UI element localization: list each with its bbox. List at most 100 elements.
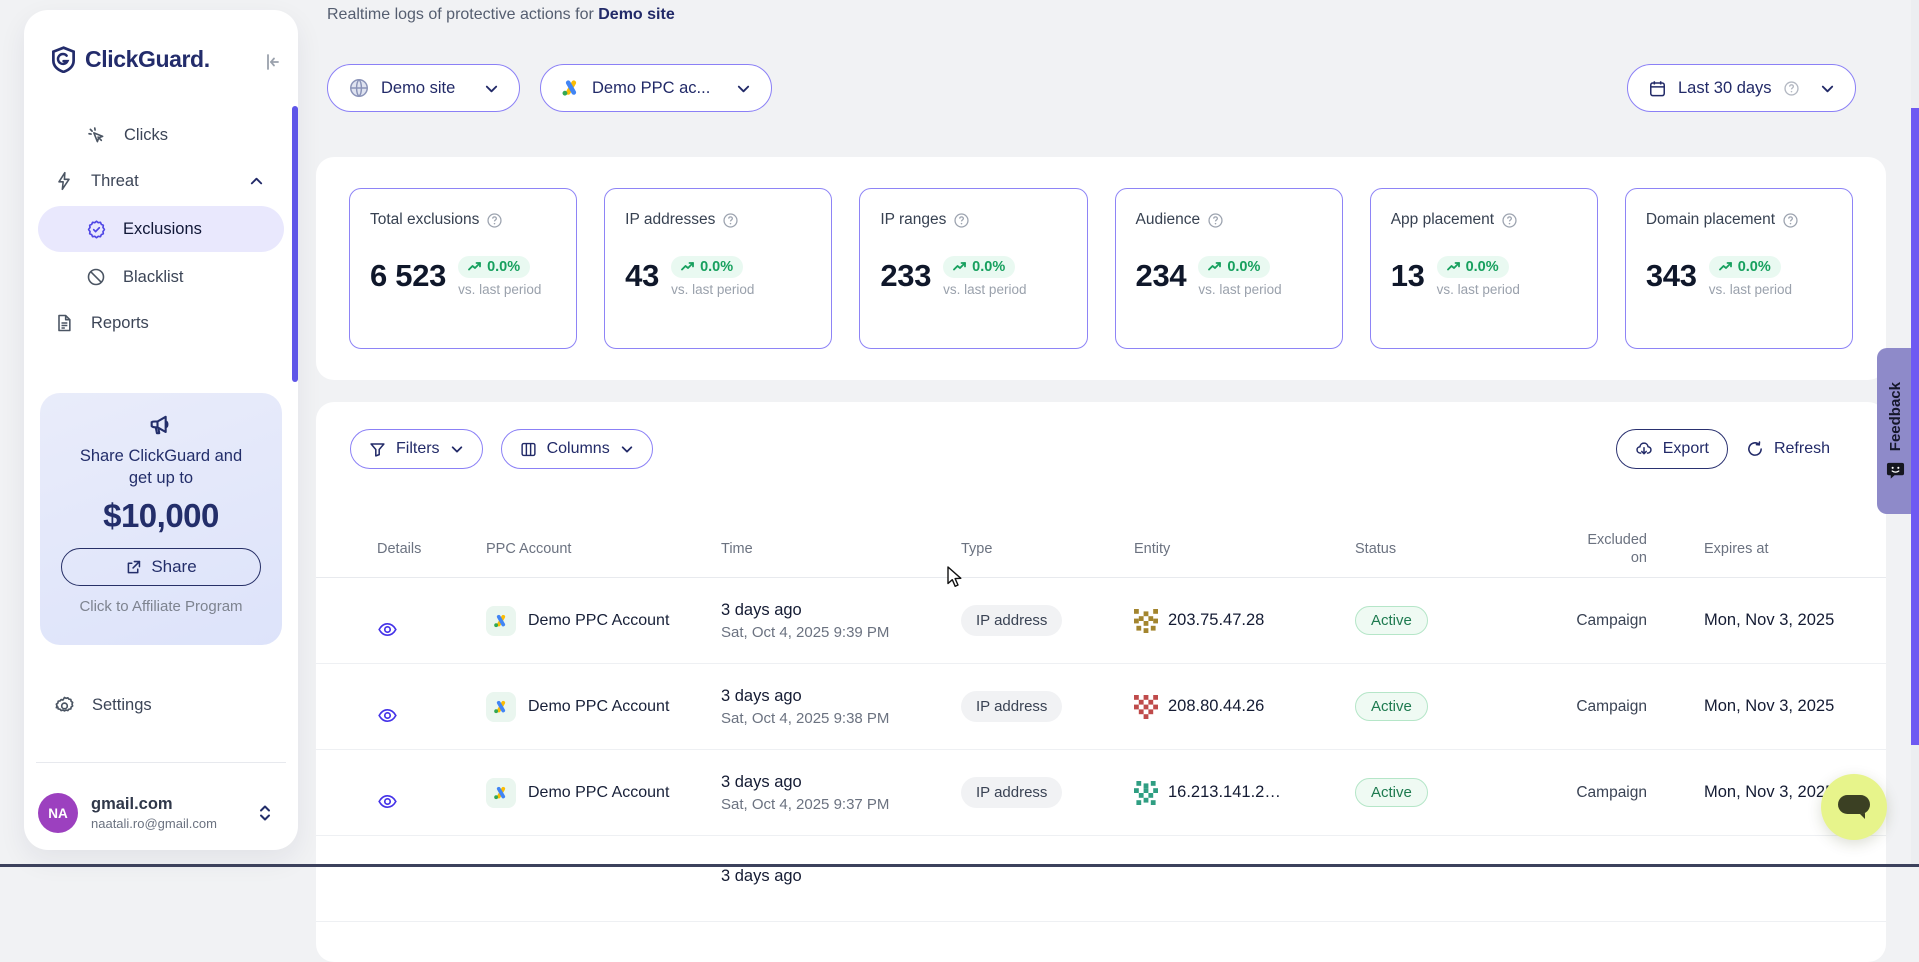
table-row[interactable]: Demo PPC Account 3 days ago Sat, Oct 4, 2…	[316, 578, 1886, 664]
ppc-account-value: Demo PPC ac...	[592, 79, 710, 98]
sidebar-item-blacklist[interactable]: Blacklist	[24, 254, 298, 300]
stat-title: Audience	[1136, 211, 1201, 229]
google-ads-icon	[561, 78, 581, 98]
table-row[interactable]: Demo PPC Account 3 days agoSat, Oct 4, 2…	[316, 664, 1886, 750]
share-button[interactable]: Share	[61, 548, 261, 586]
sidebar-item-clicks[interactable]: Clicks	[24, 112, 298, 158]
stat-title: IP ranges	[880, 211, 946, 229]
trend-up-icon	[953, 261, 967, 273]
sidebar-item-threat[interactable]: Threat	[24, 158, 298, 204]
sidebar-item-exclusions[interactable]: Exclusions	[38, 206, 284, 252]
ppc-account-dropdown[interactable]: Demo PPC ac...	[540, 64, 772, 112]
funnel-icon	[369, 441, 386, 458]
stat-title: Domain placement	[1646, 211, 1775, 229]
entity-value: 203.75.47.28	[1168, 611, 1264, 630]
sidebar-item-reports[interactable]: Reports	[24, 300, 298, 346]
time-relative: 3 days ago	[721, 773, 961, 792]
stat-value: 6 523	[370, 256, 446, 296]
megaphone-icon	[40, 411, 282, 439]
filters-button-label: Filters	[396, 440, 440, 458]
chat-launcher-button[interactable]	[1821, 774, 1887, 840]
table-header-row: Details PPC Account Time Type Entity Sta…	[316, 520, 1886, 578]
account-name: gmail.com	[91, 795, 217, 814]
stat-card-total-exclusions: Total exclusions 6 523 0.0% vs. last per…	[349, 188, 577, 349]
col-header-expires-at: Expires at	[1688, 541, 1886, 557]
cloud-download-icon	[1635, 440, 1653, 458]
col-header-ppc-account: PPC Account	[486, 541, 721, 557]
help-circle-icon[interactable]	[1782, 212, 1799, 229]
time-relative: 3 days ago	[721, 687, 961, 706]
feedback-tab[interactable]: Feedback	[1877, 348, 1913, 514]
ban-icon	[86, 267, 106, 287]
stats-panel: Total exclusions 6 523 0.0% vs. last per…	[316, 157, 1886, 380]
feedback-label: Feedback	[1887, 382, 1904, 451]
sidebar-nav: Clicks Threat Exclusions Blacklist	[24, 112, 298, 346]
excluded-on-value: Campaign	[1573, 698, 1688, 716]
time-absolute: Sat, Oct 4, 2025 9:39 PM	[721, 624, 961, 641]
sidebar-item-label: Exclusions	[123, 220, 202, 239]
stat-delta-badge: 0.0%	[671, 256, 743, 278]
table-body: Demo PPC Account 3 days ago Sat, Oct 4, 2…	[316, 578, 1886, 922]
table-row[interactable]: Demo PPC Account 3 days agoSat, Oct 4, 2…	[316, 750, 1886, 836]
help-circle-icon[interactable]	[1501, 212, 1518, 229]
page-scrollbar-thumb[interactable]	[1911, 108, 1919, 745]
trend-up-icon	[681, 261, 695, 273]
stat-value: 233	[880, 256, 931, 296]
entity-value: 208.80.44.26	[1168, 697, 1264, 716]
site-selector-dropdown[interactable]: Demo site	[327, 64, 520, 112]
account-switcher[interactable]: NA gmail.com naatali.ro@gmail.com	[38, 782, 288, 844]
type-badge: IP address	[961, 691, 1062, 722]
details-eye-icon[interactable]	[377, 791, 486, 812]
details-eye-icon[interactable]	[377, 619, 486, 640]
export-button[interactable]: Export	[1616, 429, 1728, 469]
chat-bubble-icon	[1836, 792, 1872, 822]
document-icon	[54, 313, 74, 333]
sidebar-scrollbar[interactable]	[292, 106, 298, 382]
table-row-partial[interactable]: 3 days ago	[316, 836, 1886, 922]
affiliate-program-link[interactable]: Click to Affiliate Program	[40, 598, 282, 615]
stat-caption: vs. last period	[671, 282, 754, 297]
time-relative: 3 days ago	[721, 601, 961, 620]
stat-delta-badge: 0.0%	[458, 256, 530, 278]
status-badge: Active	[1355, 692, 1428, 721]
google-ads-icon	[486, 692, 516, 722]
stat-delta-badge: 0.0%	[943, 256, 1015, 278]
help-circle-icon[interactable]	[722, 212, 739, 229]
ppc-account-name: Demo PPC Account	[528, 784, 669, 802]
sidebar-divider	[36, 762, 286, 763]
stat-title: Total exclusions	[370, 211, 479, 229]
expires-at-value: Mon, Nov 3, 2025	[1688, 697, 1886, 716]
date-range-dropdown[interactable]: Last 30 days	[1627, 64, 1856, 112]
columns-button[interactable]: Columns	[501, 429, 653, 469]
subtitle-text: Realtime logs of protective actions for	[327, 6, 594, 23]
trend-up-icon	[1719, 261, 1733, 273]
sidebar-item-label: Blacklist	[123, 268, 184, 287]
sidebar-collapse-icon[interactable]	[262, 52, 282, 72]
expires-at-value: Mon, Nov 3, 2025	[1688, 611, 1886, 630]
calendar-icon	[1648, 79, 1667, 98]
sidebar-item-label: Settings	[92, 696, 152, 715]
chevron-down-icon	[484, 81, 499, 96]
help-circle-icon[interactable]	[486, 212, 503, 229]
stat-value: 13	[1391, 256, 1425, 296]
ppc-account-name: Demo PPC Account	[528, 698, 669, 716]
refresh-button[interactable]: Refresh	[1738, 429, 1838, 469]
help-circle-icon[interactable]	[1207, 212, 1224, 229]
clickguard-logo-icon	[50, 46, 77, 73]
sidebar-item-settings[interactable]: Settings	[24, 682, 298, 728]
col-header-details: Details	[377, 541, 486, 557]
export-button-label: Export	[1663, 440, 1709, 458]
gear-icon	[54, 695, 75, 716]
site-selector-value: Demo site	[381, 79, 455, 98]
ppc-account-name: Demo PPC Account	[528, 612, 669, 630]
help-circle-icon[interactable]	[953, 212, 970, 229]
stat-delta-badge: 0.0%	[1198, 256, 1270, 278]
chevron-down-icon	[620, 442, 634, 456]
stat-card-ip-addresses: IP addresses 43 0.0% vs. last period	[604, 188, 832, 349]
logo-text: ClickGuard.	[85, 46, 210, 73]
stat-title: App placement	[1391, 211, 1494, 229]
stat-title: IP addresses	[625, 211, 715, 229]
chevron-up-icon[interactable]	[249, 174, 264, 189]
filters-button[interactable]: Filters	[350, 429, 483, 469]
details-eye-icon[interactable]	[377, 705, 486, 726]
